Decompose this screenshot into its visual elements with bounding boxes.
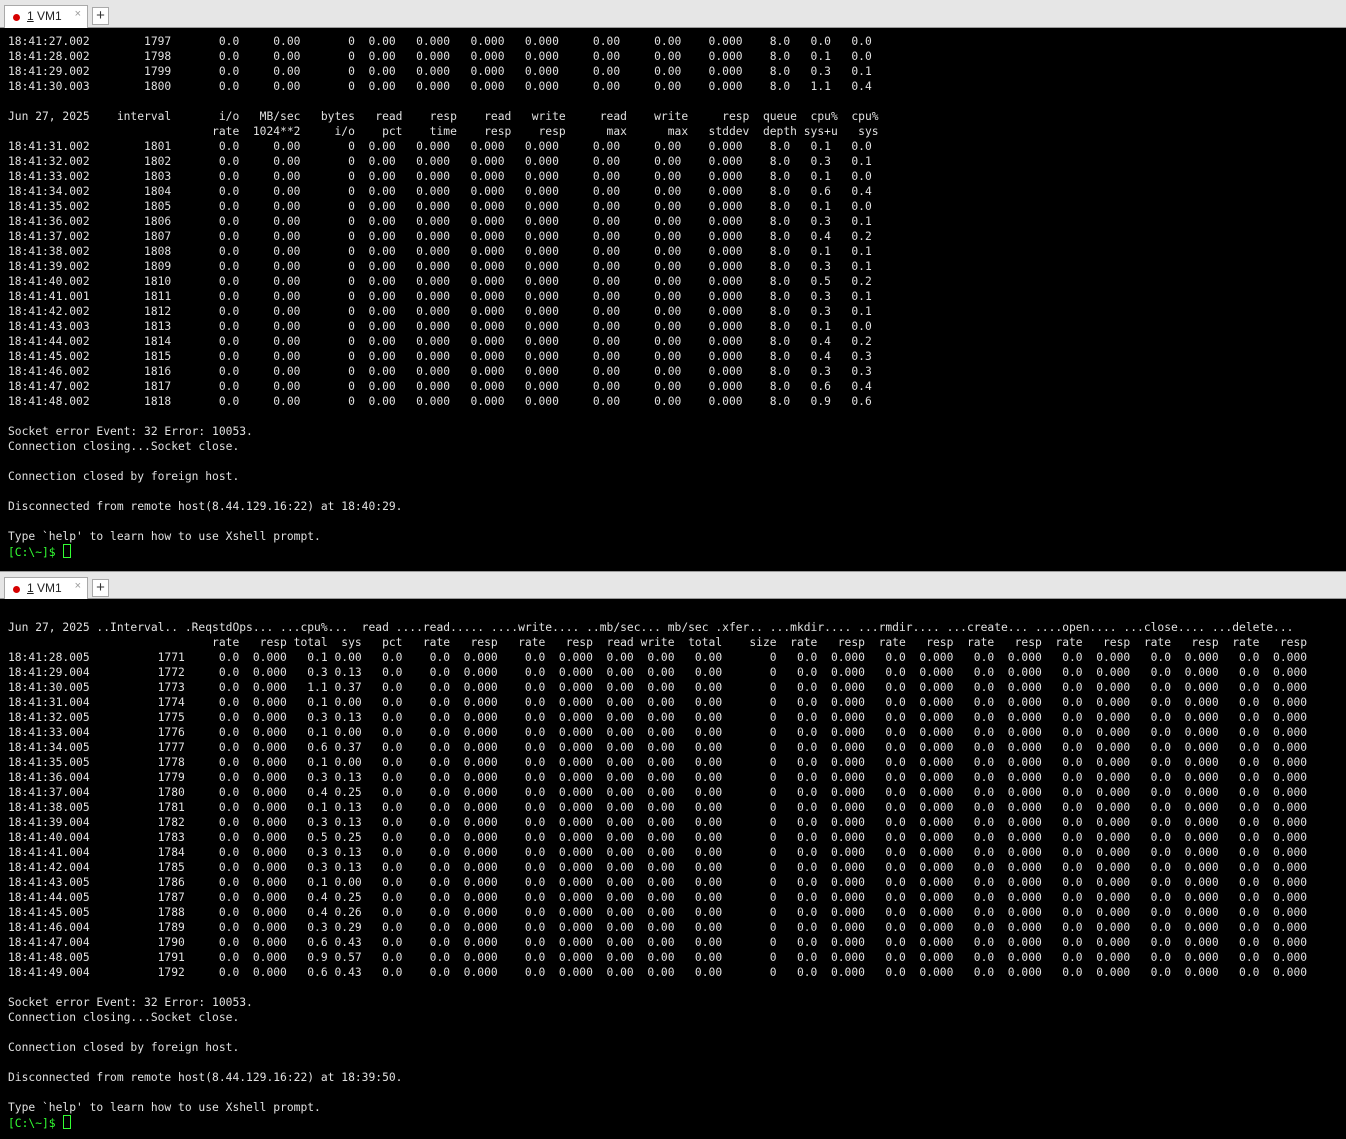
pane1-terminal[interactable]: 18:41:27.002 1797 0.0 0.00 0 0.00 0.000 … <box>0 28 1346 571</box>
pane1-cursor <box>63 544 72 558</box>
pane2-terminal[interactable]: Jun 27, 2025 ..Interval.. .ReqstdOps... … <box>0 599 1346 1139</box>
connection-status-icon <box>13 586 20 593</box>
pane2-output-text: Jun 27, 2025 ..Interval.. .ReqstdOps... … <box>8 621 1308 1114</box>
pane1-tab-vm1[interactable]: 1 VM1 × <box>4 5 88 28</box>
pane2-terminal-output: Jun 27, 2025 ..Interval.. .ReqstdOps... … <box>0 605 1346 1131</box>
pane2-tab-bar: 1 VM1 × + <box>0 571 1346 600</box>
pane1-output-text: 18:41:27.002 1797 0.0 0.00 0 0.00 0.000 … <box>8 35 879 543</box>
pane2-tab-label: 1 VM1 <box>27 581 62 595</box>
close-icon[interactable]: × <box>75 8 81 20</box>
pane1-prompt: [C:\~]$ <box>8 546 63 559</box>
pane1-tab-label: 1 VM1 <box>27 9 62 23</box>
pane2-prompt: [C:\~]$ <box>8 1117 63 1130</box>
connection-status-icon <box>13 14 20 21</box>
pane1-terminal-output: 18:41:27.002 1797 0.0 0.00 0 0.00 0.000 … <box>0 34 1346 560</box>
close-icon[interactable]: × <box>75 580 81 592</box>
pane1-tab-bar: 1 VM1 × + <box>0 0 1346 28</box>
pane2-tab-vm1[interactable]: 1 VM1 × <box>4 577 88 600</box>
pane2-cursor <box>63 1115 72 1129</box>
add-tab-button[interactable]: + <box>92 579 109 597</box>
add-tab-button[interactable]: + <box>92 7 109 25</box>
